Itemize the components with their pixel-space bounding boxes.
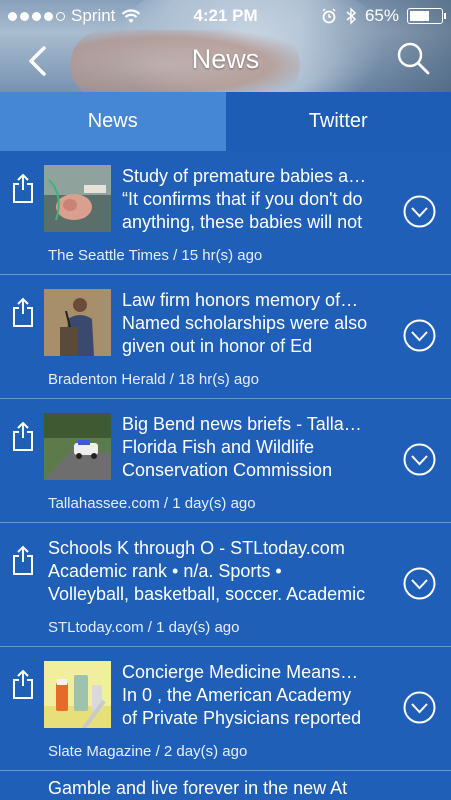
expand-chevron-icon[interactable] [403,319,436,352]
article-snippet: of Private Physicians reported [122,708,362,728]
alarm-icon [322,8,336,24]
navigation-bar: News [0,32,451,90]
article-snippet: Academic rank • n/a. Sports • [48,561,282,581]
bluetooth-icon [346,7,357,25]
article-age: / 2 day(s) ago [155,743,248,760]
article-snippet: Volleyball, basketball, soccer. Academic [48,584,366,604]
list-item[interactable]: Law firm honors memory of… Named scholar… [0,275,451,399]
article-title: Big Bend news briefs - Talla… [122,414,362,434]
article-snippet: Florida Fish and Wildlife [122,437,315,457]
article-snippet: given out in honor of Ed [122,336,313,356]
page-title: News [191,44,260,74]
article-age: / 1 day(s) ago [147,619,240,636]
article-age: / 18 hr(s) ago [169,371,259,388]
status-bar: Sprint 4:21 PM 65% [0,0,451,32]
list-item[interactable]: Concierge Medicine Means… In 0 , the Ame… [0,647,451,771]
share-icon[interactable] [12,421,34,451]
expand-chevron-icon[interactable] [403,443,436,476]
article-title: Law firm honors memory of… [122,290,359,310]
thumbnail-image [44,413,111,480]
expand-chevron-icon[interactable] [403,691,436,724]
thumbnail-image [44,165,111,232]
article-meta: Bradenton Herald / 18 hr(s) ago [48,371,259,388]
share-icon[interactable] [12,669,34,699]
article-source: Bradenton Herald [48,371,166,388]
article-source: Slate Magazine [48,743,152,760]
header-banner: Sprint 4:21 PM 65% News [0,0,451,92]
article-snippet: “It confirms that if you don't do [122,189,363,209]
article-age: / 1 day(s) ago [163,495,256,512]
search-icon[interactable] [395,40,431,76]
article-text: Big Bend news briefs - Talla… Florida Fi… [122,413,392,482]
article-age: / 15 hr(s) ago [173,247,263,264]
article-text: Schools K through O - STLtoday.com Acade… [48,537,393,606]
thumbnail-image [44,289,111,356]
tab-bar: News Twitter [0,92,451,151]
list-item[interactable]: Gamble and live forever in the new At [0,771,451,800]
battery-percent: 65% [364,6,399,25]
tab-twitter[interactable]: Twitter [225,92,451,151]
article-title: Gamble and live forever in the new At [48,778,348,798]
list-item[interactable]: Study of premature babies a… “It confirm… [0,151,451,275]
article-snippet: In 0 , the American Academy [122,685,352,705]
expand-chevron-icon[interactable] [403,195,436,228]
article-snippet: Conservation Commission [122,460,333,480]
article-title: Schools K through O - STLtoday.com [48,538,345,558]
share-icon[interactable] [12,297,34,327]
article-meta: Tallahassee.com / 1 day(s) ago [48,495,256,512]
share-icon[interactable] [12,545,34,575]
news-list: Study of premature babies a… “It confirm… [0,151,451,800]
thumbnail-image [44,661,111,728]
list-item[interactable]: Schools K through O - STLtoday.com Acade… [0,523,451,647]
article-source: The Seattle Times [48,247,169,264]
article-title: Concierge Medicine Means… [122,662,359,682]
article-source: STLtoday.com [48,619,144,636]
share-icon[interactable] [12,173,34,203]
article-text: Concierge Medicine Means… In 0 , the Ame… [122,661,392,730]
article-meta: STLtoday.com / 1 day(s) ago [48,619,240,636]
tab-news[interactable]: News [0,92,226,151]
article-text: Law firm honors memory of… Named scholar… [122,289,392,358]
article-meta: The Seattle Times / 15 hr(s) ago [48,247,262,264]
article-source: Tallahassee.com [48,495,160,512]
article-title: Study of premature babies a… [122,166,367,186]
article-text: Study of premature babies a… “It confirm… [122,165,392,234]
article-text: Gamble and live forever in the new At [48,777,393,800]
article-snippet: Named scholarships were also [122,313,368,333]
article-meta: Slate Magazine / 2 day(s) ago [48,743,247,760]
expand-chevron-icon[interactable] [403,567,436,600]
article-snippet: anything, these babies will not [122,212,363,232]
battery-icon [407,8,446,24]
list-item[interactable]: Big Bend news briefs - Talla… Florida Fi… [0,399,451,523]
